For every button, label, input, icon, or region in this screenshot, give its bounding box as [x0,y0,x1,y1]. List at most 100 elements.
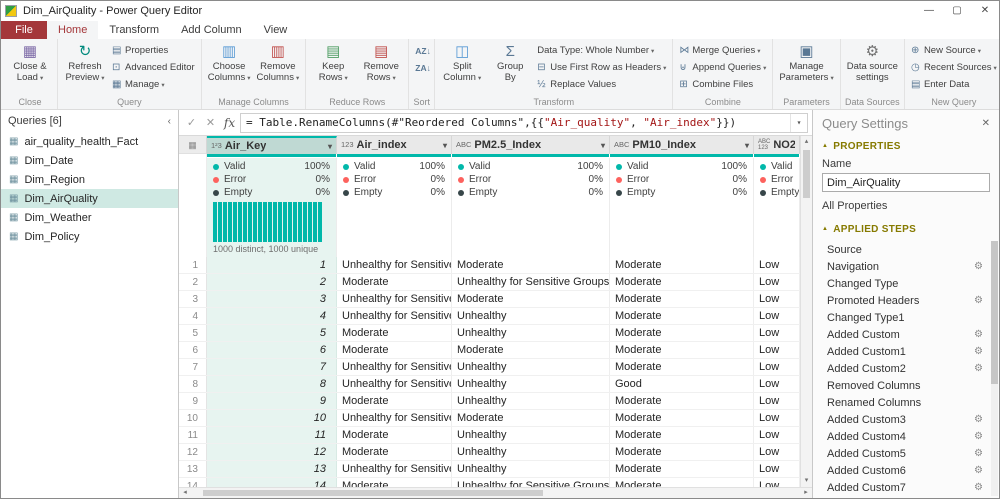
query-item-Dim_Date[interactable]: ▦ Dim_Date [1,151,178,170]
tab-view[interactable]: View [253,21,299,39]
cell-air-key[interactable]: 13 [207,461,337,477]
horizontal-scroll-track[interactable] [191,488,800,498]
cell-air-index[interactable]: Unhealthy for Sensitive Groups [337,461,452,477]
gear-icon[interactable]: ⚙ [974,363,983,374]
filter-dropdown-icon[interactable]: ▾ [328,142,332,151]
cell-air-index[interactable]: Unhealthy for Sensitive Groups [337,308,452,324]
cell-air-index[interactable]: Moderate [337,478,452,487]
cell-air-key[interactable]: 7 [207,359,337,375]
cell-pm25-index[interactable]: Moderate [452,410,610,426]
steps-scrollbar[interactable] [991,241,998,496]
cell-air-key[interactable]: 4 [207,308,337,324]
data-type-button[interactable]: Data Type: Whole Number ▾ [534,42,669,59]
cell-no2-index[interactable]: Low [754,376,800,392]
cell-air-index[interactable]: Unhealthy for Sensitive Groups [337,359,452,375]
cell-air-index[interactable]: Unhealthy for Sensitive Groups [337,410,452,426]
query-item-Dim_AirQuality[interactable]: ▦ Dim_AirQuality [1,189,178,208]
maximize-button[interactable]: ▢ [943,1,971,21]
formula-cancel-icon[interactable]: ✕ [202,116,219,129]
row-number[interactable]: 8 [179,376,207,392]
gear-icon[interactable]: ⚙ [974,482,983,493]
column-header-air-index[interactable]: 123 Air_index ▾ [337,136,452,154]
cell-no2-index[interactable]: Low [754,427,800,443]
cell-air-index[interactable]: Moderate [337,427,452,443]
close-settings-icon[interactable]: ✕ [982,118,990,129]
cell-air-index[interactable]: Moderate [337,393,452,409]
cell-air-index[interactable]: Moderate [337,325,452,341]
steps-scroll-thumb[interactable] [991,241,998,384]
cell-pm10-index[interactable]: Moderate [610,257,754,273]
applied-step-renamed-columns[interactable]: Renamed Columns [813,394,999,411]
properties-button[interactable]: ▤ Properties [109,42,198,59]
manage-parameters-button[interactable]: ▣ Manage Parameters ▾ [776,40,836,84]
cell-no2-index[interactable]: Low [754,325,800,341]
cell-air-key[interactable]: 14 [207,478,337,487]
cell-air-key[interactable]: 3 [207,291,337,307]
cell-pm10-index[interactable]: Good [610,376,754,392]
row-number[interactable]: 2 [179,274,207,290]
cell-pm10-index[interactable]: Moderate [610,410,754,426]
cell-pm25-index[interactable]: Moderate [452,291,610,307]
cell-pm10-index[interactable]: Moderate [610,444,754,460]
sort-ascending-button[interactable]: AZ↓ [412,42,431,59]
cell-air-key[interactable]: 12 [207,444,337,460]
row-number[interactable]: 1 [179,257,207,273]
cell-air-key[interactable]: 2 [207,274,337,290]
cell-air-index[interactable]: Moderate [337,274,452,290]
data-source-settings-button[interactable]: ⚙ Data source settings [844,40,901,83]
close-window-button[interactable]: ✕ [971,1,999,21]
applied-step-added-custom7[interactable]: Added Custom7 ⚙ [813,479,999,496]
grid-corner table-icon[interactable]: ▦ [179,136,207,154]
row-number[interactable]: 7 [179,359,207,375]
cell-pm25-index[interactable]: Unhealthy [452,376,610,392]
tab-file[interactable]: File [1,21,47,39]
cell-air-index[interactable]: Moderate [337,444,452,460]
remove-columns-button[interactable]: ▥ Remove Columns ▾ [253,40,302,84]
gear-icon[interactable]: ⚙ [974,261,983,272]
vertical-scroll-track[interactable] [801,148,812,475]
filter-dropdown-icon[interactable]: ▾ [601,141,605,150]
cell-pm25-index[interactable]: Moderate [452,342,610,358]
split-column-button[interactable]: ◫ Split Column ▾ [438,40,486,84]
applied-steps-section-header[interactable]: ▲ APPLIED STEPS [813,219,999,239]
row-number[interactable]: 6 [179,342,207,358]
cell-no2-index[interactable]: Low [754,393,800,409]
recent-sources-button[interactable]: ◷ Recent Sources ▾ [908,59,999,76]
applied-step-added-custom4[interactable]: Added Custom4 ⚙ [813,428,999,445]
enter-data-button[interactable]: ▤ Enter Data [908,76,999,93]
row-number[interactable]: 11 [179,427,207,443]
cell-pm25-index[interactable]: Unhealthy for Sensitive Groups [452,274,610,290]
cell-pm25-index[interactable]: Unhealthy [452,308,610,324]
row-number[interactable]: 13 [179,461,207,477]
cell-pm25-index[interactable]: Unhealthy [452,393,610,409]
cell-air-key[interactable]: 6 [207,342,337,358]
cell-no2-index[interactable]: Low [754,342,800,358]
cell-air-index[interactable]: Unhealthy for Sensitive Groups [337,376,452,392]
vertical-scrollbar[interactable]: ▴ ▾ [800,136,812,487]
merge-queries-button[interactable]: ⋈ Merge Queries ▾ [676,42,769,59]
vertical-scroll-thumb[interactable] [803,150,810,198]
cell-no2-index[interactable]: Low [754,359,800,375]
formula-accept-icon[interactable]: ✓ [183,116,200,129]
applied-step-added-custom5[interactable]: Added Custom5 ⚙ [813,445,999,462]
sort-descending-button[interactable]: ZA↓ [412,59,431,76]
properties-section-header[interactable]: ▲ PROPERTIES [813,136,999,156]
cell-pm25-index[interactable]: Unhealthy for Sensitive Groups [452,478,610,487]
gear-icon[interactable]: ⚙ [974,346,983,357]
applied-step-added-custom1[interactable]: Added Custom1 ⚙ [813,343,999,360]
query-name-input[interactable] [822,173,990,192]
column-header-pm10-index[interactable]: ABC PM10_Index ▾ [610,136,754,154]
cell-no2-index[interactable]: Low [754,274,800,290]
cell-pm10-index[interactable]: Moderate [610,308,754,324]
filter-dropdown-icon[interactable]: ▾ [745,141,749,150]
choose-columns-button[interactable]: ▥ Choose Columns ▾ [205,40,254,84]
query-item-Dim_Policy[interactable]: ▦ Dim_Policy [1,227,178,246]
horizontal-scroll-thumb[interactable] [203,490,543,496]
keep-rows-button[interactable]: ▤ Keep Rows ▾ [309,40,357,84]
applied-step-changed-type[interactable]: Changed Type [813,275,999,292]
cell-pm10-index[interactable]: Moderate [610,427,754,443]
applied-step-changed-type1[interactable]: Changed Type1 [813,309,999,326]
applied-step-added-custom6[interactable]: Added Custom6 ⚙ [813,462,999,479]
cell-no2-index[interactable]: Low [754,478,800,487]
applied-step-added-custom2[interactable]: Added Custom2 ⚙ [813,360,999,377]
